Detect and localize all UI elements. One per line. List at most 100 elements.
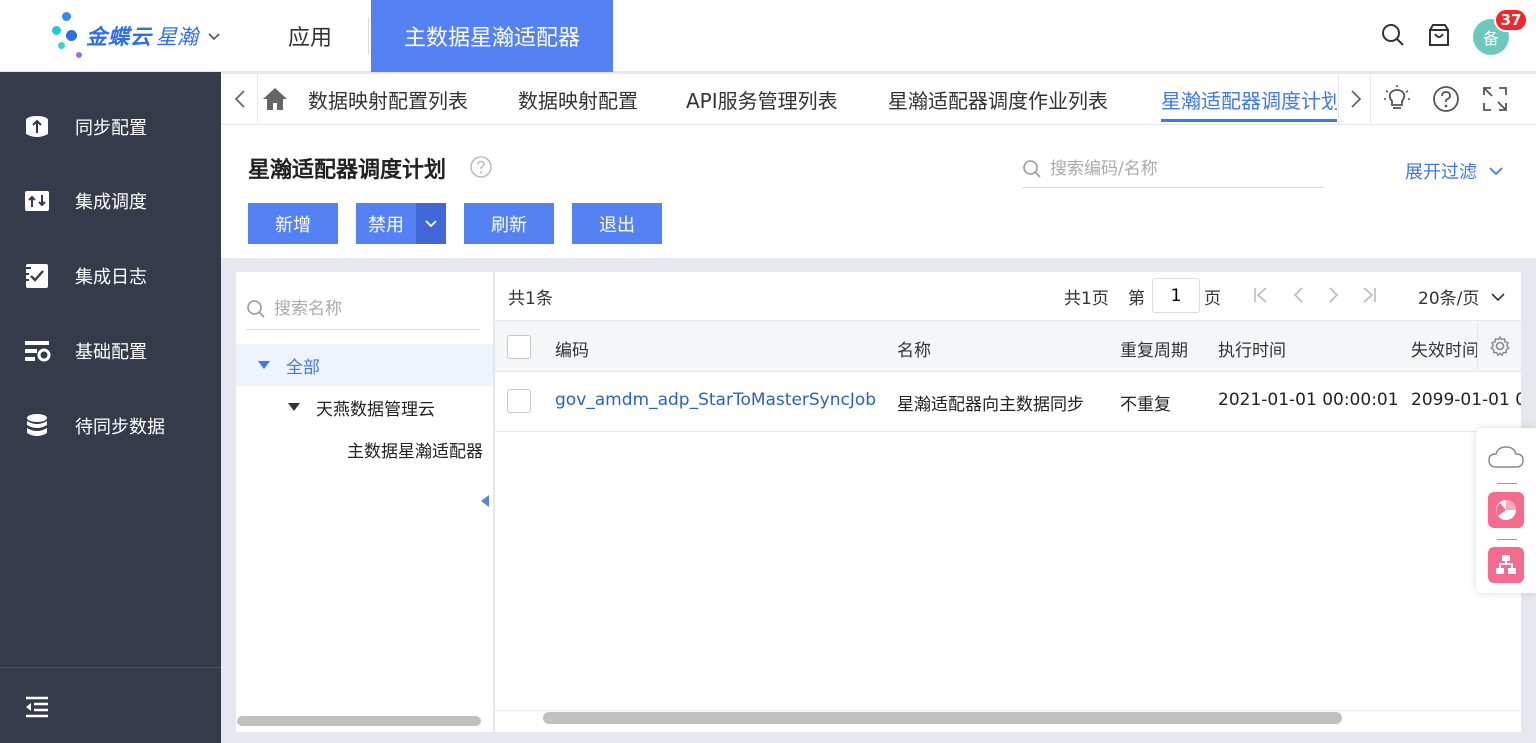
nav-divider bbox=[368, 18, 369, 54]
refresh-button[interactable]: 刷新 bbox=[464, 203, 554, 244]
sidebar-item-sync-config[interactable]: 同步配置 bbox=[0, 102, 221, 152]
widget-divider bbox=[1497, 483, 1517, 484]
page-prefix: 第 bbox=[1128, 289, 1145, 309]
tree-node-tianyan-cloud[interactable]: 天燕数据管理云 bbox=[236, 386, 493, 428]
grid-horizontal-scrollbar[interactable] bbox=[543, 712, 1342, 724]
sidebar-item-pending-data[interactable]: 待同步数据 bbox=[0, 401, 221, 451]
disable-dropdown-button[interactable] bbox=[416, 203, 446, 244]
notification-badge: 37 bbox=[1494, 8, 1528, 32]
table-row[interactable]: gov_amdm_adp_StarToMasterSyncJob 星瀚适配器向主… bbox=[495, 372, 1521, 432]
active-tab-indicator bbox=[1161, 119, 1337, 122]
row-exec-time: 2021-01-01 00:00:01 bbox=[1218, 390, 1399, 410]
disable-button[interactable]: 禁用 bbox=[356, 203, 416, 244]
org-chart-icon[interactable] bbox=[1488, 547, 1524, 583]
column-header-expire-time[interactable]: 失效时间 bbox=[1411, 336, 1479, 361]
caret-down-icon[interactable] bbox=[288, 403, 300, 411]
sidebar-item-label: 集成调度 bbox=[75, 192, 147, 213]
chevron-down-icon[interactable] bbox=[206, 28, 222, 44]
collapse-menu-icon[interactable] bbox=[22, 692, 52, 722]
tree-search-input[interactable] bbox=[274, 298, 474, 319]
search-box bbox=[1022, 150, 1324, 188]
page-number-input[interactable] bbox=[1152, 278, 1200, 313]
select-all-checkbox[interactable] bbox=[507, 335, 531, 359]
expand-filter-button[interactable]: 展开过滤 bbox=[1405, 158, 1505, 184]
sidebar-item-base-config[interactable]: 基础配置 bbox=[0, 326, 221, 376]
prev-page-icon[interactable] bbox=[1288, 284, 1310, 306]
database-icon bbox=[22, 411, 52, 441]
tree-node-label: 主数据星瀚适配器 bbox=[347, 441, 483, 462]
nav-app[interactable]: 应用 bbox=[262, 0, 358, 72]
triangle-left-icon[interactable] bbox=[480, 494, 490, 508]
tree-horizontal-scrollbar[interactable] bbox=[237, 716, 481, 726]
column-header-exec-time[interactable]: 执行时间 bbox=[1218, 336, 1286, 361]
tab-adapter-schedule-plan[interactable]: 星瀚适配器调度计划 bbox=[1161, 74, 1337, 124]
page-size-label: 20条/页 bbox=[1418, 289, 1480, 309]
sidebar-footer bbox=[0, 667, 221, 743]
search-icon bbox=[1023, 159, 1041, 178]
question-icon[interactable] bbox=[469, 155, 493, 179]
widget-divider bbox=[1497, 539, 1517, 540]
exit-button[interactable]: 退出 bbox=[572, 203, 662, 244]
fullscreen-icon[interactable] bbox=[1480, 84, 1510, 114]
sidebar-item-label: 集成日志 bbox=[75, 267, 147, 288]
sidebar-item-log[interactable]: 集成日志 bbox=[0, 251, 221, 301]
add-button[interactable]: 新增 bbox=[248, 203, 338, 244]
tree-node-label: 全部 bbox=[286, 357, 320, 378]
brand-name: 金蝶云 bbox=[86, 25, 152, 49]
tree-node-all[interactable]: 全部 bbox=[236, 344, 493, 386]
sidebar-item-label: 同步配置 bbox=[75, 118, 147, 139]
lightbulb-icon[interactable] bbox=[1382, 84, 1412, 114]
bag-icon[interactable] bbox=[1424, 20, 1454, 50]
first-page-icon[interactable] bbox=[1250, 284, 1272, 306]
column-settings-button[interactable] bbox=[1477, 321, 1521, 371]
row-repeat: 不重复 bbox=[1120, 395, 1171, 415]
column-header-repeat[interactable]: 重复周期 bbox=[1120, 336, 1188, 361]
tab-mapping-config[interactable]: 数据映射配置 bbox=[518, 74, 638, 124]
pie-chart-icon[interactable] bbox=[1488, 492, 1524, 528]
brand-logo[interactable]: 金蝶云 星瀚 bbox=[52, 12, 242, 60]
top-bar: 金蝶云 星瀚 应用 主数据星瀚适配器 备 37 bbox=[0, 0, 1536, 72]
expand-filter-label: 展开过滤 bbox=[1405, 162, 1477, 183]
tab-adapter-job-list[interactable]: 星瀚适配器调度作业列表 bbox=[888, 74, 1108, 124]
row-name: 星瀚适配器向主数据同步 bbox=[897, 395, 1084, 415]
page-suffix: 页 bbox=[1204, 289, 1221, 309]
caret-down-icon[interactable] bbox=[258, 361, 270, 369]
grid-scroll-track bbox=[495, 710, 1521, 711]
home-icon[interactable] bbox=[261, 86, 289, 112]
row-expire-time: 2099-01-01 00:00:00 bbox=[1411, 390, 1521, 410]
base-config-icon bbox=[22, 336, 52, 366]
tree-search-box bbox=[246, 288, 480, 330]
log-icon bbox=[22, 261, 52, 291]
tree-node-master-adapter[interactable]: 主数据星瀚适配器 bbox=[236, 428, 493, 470]
gear-icon bbox=[1489, 335, 1510, 357]
help-circle-icon[interactable] bbox=[1431, 84, 1461, 114]
column-header-code[interactable]: 编码 bbox=[555, 336, 589, 361]
table-header: 编码 名称 重复周期 执行时间 失效时间 bbox=[495, 320, 1521, 372]
next-page-icon[interactable] bbox=[1322, 284, 1344, 306]
chevron-right-icon[interactable] bbox=[1345, 86, 1367, 112]
cloud-icon[interactable] bbox=[1487, 443, 1525, 471]
search-icon[interactable] bbox=[1378, 20, 1408, 50]
chevron-left-icon[interactable] bbox=[229, 86, 251, 112]
page-title: 星瀚适配器调度计划 bbox=[248, 158, 447, 183]
row-checkbox[interactable] bbox=[507, 389, 531, 413]
nav-active-app[interactable]: 主数据星瀚适配器 bbox=[371, 0, 613, 72]
tab-mapping-config-list[interactable]: 数据映射配置列表 bbox=[308, 74, 468, 124]
tab-separator bbox=[257, 74, 258, 124]
tree-panel bbox=[236, 272, 493, 732]
column-header-name[interactable]: 名称 bbox=[897, 336, 931, 361]
sidebar-item-label: 基础配置 bbox=[75, 342, 147, 363]
search-input[interactable] bbox=[1050, 158, 1310, 179]
sidebar-item-schedule[interactable]: 集成调度 bbox=[0, 176, 221, 226]
sidebar: 同步配置 集成调度 集成日志 基础配置 待同步数据 bbox=[0, 72, 221, 743]
page-size-select[interactable]: 20条/页 bbox=[1418, 284, 1507, 309]
tab-api-service-list[interactable]: API服务管理列表 bbox=[686, 74, 838, 124]
last-page-icon[interactable] bbox=[1358, 284, 1380, 306]
chevron-down-icon bbox=[1489, 167, 1503, 176]
chevron-down-icon bbox=[425, 219, 437, 227]
chevron-down-icon bbox=[1491, 292, 1505, 301]
search-icon bbox=[247, 299, 265, 318]
tree-node-label: 天燕数据管理云 bbox=[316, 399, 435, 420]
row-code-link[interactable]: gov_amdm_adp_StarToMasterSyncJob bbox=[555, 390, 876, 410]
brand-product: 星瀚 bbox=[156, 25, 198, 49]
